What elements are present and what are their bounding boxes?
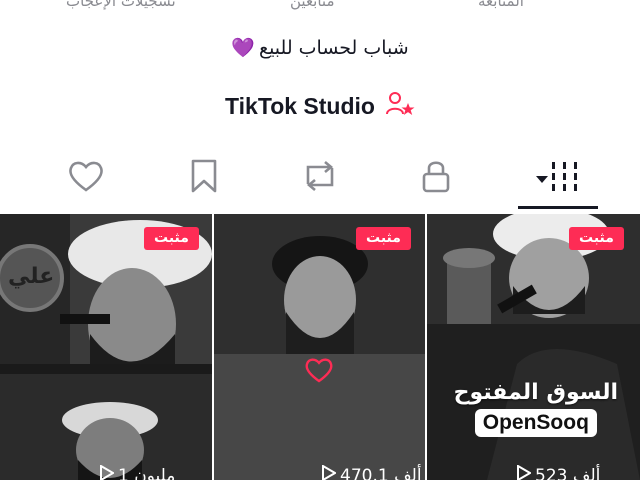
- lock-icon: [420, 158, 452, 198]
- active-tab-indicator: [518, 206, 598, 209]
- person-star-icon: [385, 90, 415, 122]
- tab-reposts[interactable]: [290, 150, 350, 206]
- followers-stat-label[interactable]: متابعين: [290, 0, 335, 10]
- tab-favorites[interactable]: [174, 150, 234, 206]
- play-icon: [322, 464, 337, 480]
- repost-icon: [300, 158, 340, 198]
- video-thumbnail[interactable]: مثبت 470.1 ألف: [214, 214, 425, 480]
- bookmark-icon: [189, 158, 219, 198]
- profile-stats: تسجيلات الإعجاب متابعين المتابعة: [0, 0, 640, 12]
- view-count-text: 523 ألف: [535, 465, 601, 480]
- purple-heart-emoji: 💜: [231, 37, 255, 59]
- tiktok-studio-link[interactable]: TikTok Studio: [0, 90, 640, 122]
- video-thumbnail[interactable]: مثبت 523 ألف: [427, 214, 640, 480]
- thumbnail-text-ali: علي: [8, 264, 55, 289]
- view-count: 1 مليون: [100, 464, 176, 480]
- heart-outline-icon: [304, 356, 334, 388]
- pinned-badge: مثبت: [569, 227, 624, 250]
- view-count-text: 470.1 ألف: [340, 465, 422, 480]
- profile-tab-bar: [0, 150, 640, 210]
- bio-text: شباب لحساب للبيع: [258, 37, 409, 59]
- heart-outline-icon: [67, 159, 105, 197]
- view-count-text: 1 مليون: [118, 465, 176, 480]
- view-count: 470.1 ألف: [322, 464, 422, 480]
- video-grid: علي مثبت 1 مليون مثبت 470.1 ألف مثبت 523…: [0, 214, 640, 480]
- video-thumbnail[interactable]: علي مثبت 1 مليون: [0, 214, 212, 480]
- grid-icon: [549, 158, 581, 198]
- watermark-arabic: السوق المفتوح: [453, 380, 618, 405]
- tab-private[interactable]: [406, 150, 466, 206]
- opensooq-watermark: السوق المفتوح OpenSooq: [454, 380, 618, 437]
- thumbnail-image: [427, 214, 640, 480]
- studio-label: TikTok Studio: [225, 92, 375, 119]
- tab-videos[interactable]: [520, 150, 596, 206]
- likes-stat-label[interactable]: تسجيلات الإعجاب: [66, 0, 176, 10]
- view-count: 523 ألف: [517, 464, 601, 480]
- thumbnail-image: [0, 214, 212, 480]
- pinned-badge: مثبت: [356, 227, 411, 250]
- tab-liked[interactable]: [56, 150, 116, 206]
- thumbnail-image: [214, 214, 425, 480]
- pinned-badge: مثبت: [144, 227, 199, 250]
- play-icon: [517, 464, 532, 480]
- following-stat-label[interactable]: المتابعة: [478, 0, 524, 10]
- profile-bio: شباب لحساب للبيع💜: [0, 36, 640, 59]
- chevron-down-icon: [535, 169, 549, 188]
- play-icon: [100, 464, 115, 480]
- watermark-english: OpenSooq: [474, 409, 597, 437]
